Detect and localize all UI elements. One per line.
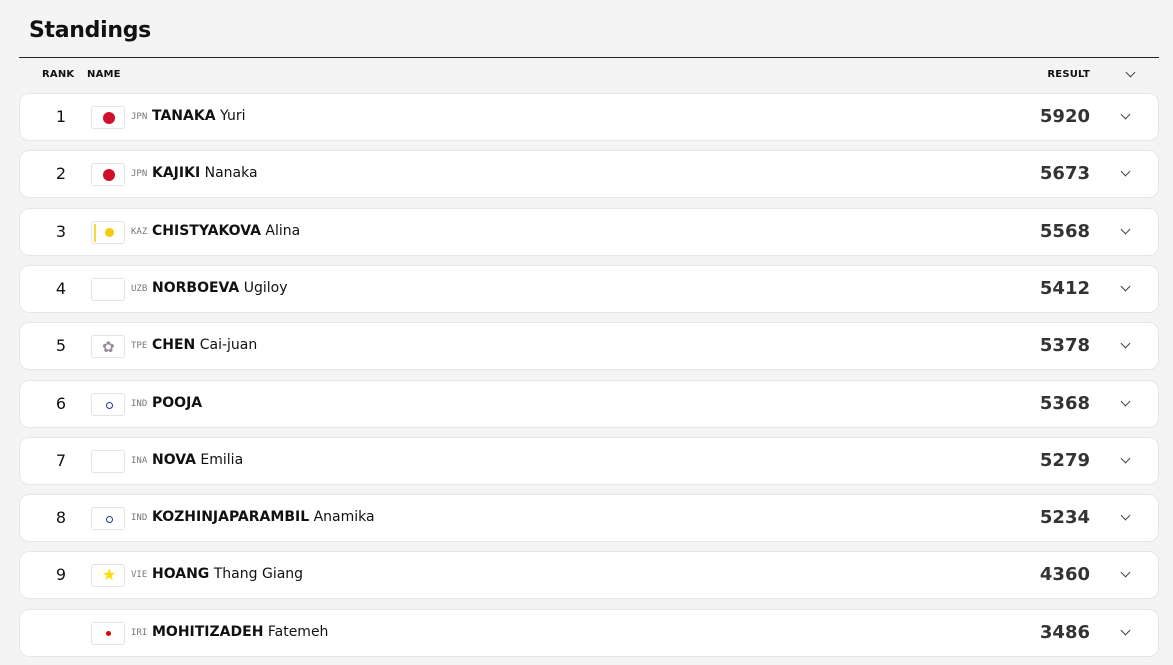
country-flag-icon [91, 622, 125, 645]
athlete-last-name: CHEN [152, 337, 196, 353]
country-flag-icon [91, 564, 125, 587]
athlete-name: NORBOEVA Ugiloy [152, 280, 287, 296]
row-expand-chevron-down-icon[interactable] [1120, 338, 1131, 349]
country-code: INA [131, 456, 148, 466]
table-row[interactable]: IRI MOHITIZADEH Fatemeh 3486 [19, 609, 1159, 657]
row-expand-chevron-down-icon[interactable] [1120, 510, 1131, 521]
row-expand-chevron-down-icon[interactable] [1120, 453, 1131, 464]
country-flag-icon [91, 221, 125, 244]
rank-cell: 5 [55, 336, 67, 355]
country-code: IRI [131, 628, 148, 638]
athlete-last-name: HOANG [152, 566, 210, 582]
table-row[interactable]: 1 JPN TANAKA Yuri 5920 [19, 93, 1159, 141]
table-row[interactable]: 7 INA NOVA Emilia 5279 [19, 437, 1159, 485]
country-code: VIE [131, 570, 148, 580]
result-score: 4360 [1039, 564, 1090, 585]
athlete-name: MOHITIZADEH Fatemeh [152, 624, 328, 640]
athlete-first-name: Anamika [313, 509, 375, 525]
table-header: RANK NAME RESULT [19, 67, 1159, 83]
country-code: JPN [131, 169, 148, 179]
country-flag-icon [91, 393, 125, 416]
rank-cell: 1 [55, 107, 67, 126]
athlete-last-name: NOVA [152, 452, 196, 468]
expand-all-chevron-down-icon[interactable] [1125, 67, 1136, 78]
country-code: IND [131, 513, 148, 523]
athlete-name: CHEN Cai-juan [152, 337, 257, 353]
athlete-first-name: Yuri [220, 108, 246, 124]
result-score: 5412 [1039, 278, 1090, 299]
rank-cell: 6 [55, 394, 67, 413]
athlete-last-name: KAJIKI [152, 165, 201, 181]
athlete-first-name: Cai-juan [199, 337, 258, 353]
country-code: KAZ [131, 227, 148, 237]
country-code: IND [131, 399, 148, 409]
athlete-first-name: Thang Giang [213, 566, 304, 582]
row-expand-chevron-down-icon[interactable] [1120, 109, 1131, 120]
country-flag-icon [91, 450, 125, 473]
athlete-first-name: Fatemeh [267, 624, 329, 640]
page-title: Standings [29, 18, 151, 43]
rank-cell: 3 [55, 222, 67, 241]
country-flag-icon [91, 163, 125, 186]
athlete-name: POOJA [152, 395, 202, 411]
column-header-name: NAME [87, 69, 121, 80]
country-flag-icon [91, 507, 125, 530]
result-score: 5920 [1039, 106, 1090, 127]
title-divider [19, 57, 1159, 58]
row-expand-chevron-down-icon[interactable] [1120, 567, 1131, 578]
table-row[interactable]: 2 JPN KAJIKI Nanaka 5673 [19, 150, 1159, 198]
table-row[interactable]: 5 TPE CHEN Cai-juan 5378 [19, 322, 1159, 370]
table-row[interactable]: 3 KAZ CHISTYAKOVA Alina 5568 [19, 208, 1159, 256]
row-expand-chevron-down-icon[interactable] [1120, 625, 1131, 636]
row-expand-chevron-down-icon[interactable] [1120, 224, 1131, 235]
result-score: 5673 [1039, 163, 1090, 184]
country-flag-icon [91, 278, 125, 301]
row-expand-chevron-down-icon[interactable] [1120, 396, 1131, 407]
rank-cell: 7 [55, 451, 67, 470]
country-code: UZB [131, 284, 148, 294]
athlete-first-name: Emilia [200, 452, 244, 468]
rank-cell: 8 [55, 508, 67, 527]
table-row[interactable]: 4 UZB NORBOEVA Ugiloy 5412 [19, 265, 1159, 313]
country-flag-icon [91, 335, 125, 358]
athlete-name: NOVA Emilia [152, 452, 243, 468]
rank-cell: 4 [55, 279, 67, 298]
row-expand-chevron-down-icon[interactable] [1120, 166, 1131, 177]
column-header-rank: RANK [42, 69, 75, 80]
athlete-last-name: NORBOEVA [152, 280, 240, 296]
athlete-name: TANAKA Yuri [152, 108, 245, 124]
rank-cell: 9 [55, 565, 67, 584]
table-row[interactable]: 8 IND KOZHINJAPARAMBIL Anamika 5234 [19, 494, 1159, 542]
athlete-first-name: Nanaka [204, 165, 258, 181]
column-header-result: RESULT [1047, 69, 1090, 80]
athlete-name: CHISTYAKOVA Alina [152, 223, 300, 239]
table-row[interactable]: 6 IND POOJA 5368 [19, 380, 1159, 428]
athlete-last-name: MOHITIZADEH [152, 624, 264, 640]
result-score: 5234 [1039, 507, 1090, 528]
athlete-name: KOZHINJAPARAMBIL Anamika [152, 509, 375, 525]
result-score: 5568 [1039, 221, 1090, 242]
row-expand-chevron-down-icon[interactable] [1120, 281, 1131, 292]
athlete-first-name: Alina [265, 223, 301, 239]
athlete-name: KAJIKI Nanaka [152, 165, 258, 181]
athlete-name: HOANG Thang Giang [152, 566, 303, 582]
result-score: 5279 [1039, 450, 1090, 471]
result-score: 5368 [1039, 393, 1090, 414]
country-code: TPE [131, 341, 148, 351]
athlete-last-name: TANAKA [152, 108, 216, 124]
country-flag-icon [91, 106, 125, 129]
athlete-last-name: KOZHINJAPARAMBIL [152, 509, 310, 525]
athlete-last-name: CHISTYAKOVA [152, 223, 261, 239]
athlete-last-name: POOJA [152, 395, 203, 411]
result-score: 5378 [1039, 335, 1090, 356]
table-row[interactable]: 9 VIE HOANG Thang Giang 4360 [19, 551, 1159, 599]
athlete-first-name: Ugiloy [243, 280, 288, 296]
rank-cell: 2 [55, 164, 67, 183]
result-score: 3486 [1039, 622, 1090, 643]
country-code: JPN [131, 112, 148, 122]
